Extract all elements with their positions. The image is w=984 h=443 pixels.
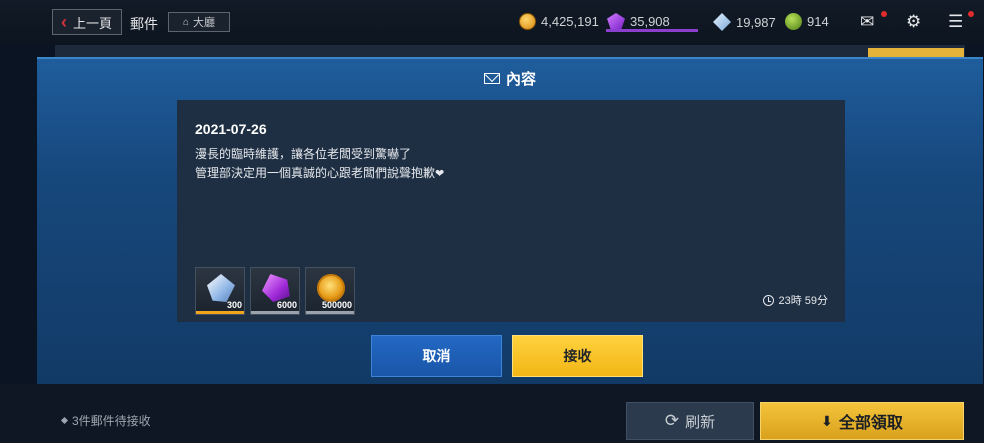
rarity-bar xyxy=(306,311,354,314)
refresh-icon: ⟳ xyxy=(664,411,680,430)
clock-icon xyxy=(763,294,775,306)
timer-text: 23時 59分 xyxy=(778,295,828,307)
mail-body: 漫長的臨時維護，讓各位老闆受到驚嚇了 管理部決定用一個真誠的心跟老闆們說聲抱歉❤ xyxy=(195,145,444,184)
purple-gem-icon xyxy=(262,274,290,302)
download-tray-icon: ⬇ xyxy=(821,412,833,429)
reward-item-crystal[interactable]: 300 xyxy=(195,267,245,315)
reward-item-gold[interactable]: 500000 xyxy=(305,267,355,315)
mail-body-line-2-text: 管理部決定用一個真誠的心跟老闆們說聲抱歉 xyxy=(195,166,436,180)
mail-body-line-1: 漫長的臨時維護，讓各位老闆受到驚嚇了 xyxy=(195,147,412,161)
reward-qty: 300 xyxy=(226,300,242,310)
cancel-button[interactable]: 取消 xyxy=(371,335,502,377)
refresh-button[interactable]: ⟳ 刷新 xyxy=(626,402,754,440)
receive-button[interactable]: 接收 xyxy=(512,335,643,377)
crystal-icon xyxy=(713,13,731,31)
rarity-bar xyxy=(251,311,299,314)
reward-item-gem[interactable]: 6000 xyxy=(250,267,300,315)
crystal-value: 19,987 xyxy=(736,14,776,30)
gem-value: 35,908 xyxy=(630,13,670,29)
gold-value: 4,425,191 xyxy=(541,14,599,29)
mail-content-dialog: 內容 2021-07-26 漫長的臨時維護，讓各位老闆受到驚嚇了 管理部決定用一… xyxy=(37,57,983,384)
mail-date: 2021-07-26 xyxy=(195,121,267,137)
back-label: 上一頁 xyxy=(73,15,113,31)
mail-icon[interactable]: ✉ xyxy=(860,12,874,32)
purple-gem-icon xyxy=(607,13,625,29)
energy-value: 914 xyxy=(807,14,829,29)
back-button[interactable]: ‹ 上一頁 xyxy=(52,9,122,35)
mail-content-panel: 2021-07-26 漫長的臨時維護，讓各位老闆受到驚嚇了 管理部決定用一個真誠… xyxy=(177,100,845,322)
gem-underline xyxy=(606,29,698,32)
claim-all-button[interactable]: ⬇ 全部領取 xyxy=(760,402,964,440)
crystal-resource[interactable]: 19,987 xyxy=(713,13,776,31)
mail-notification-dot xyxy=(881,11,887,17)
rarity-bar xyxy=(196,311,244,314)
green-energy-icon xyxy=(785,13,802,30)
pending-text: 3件郵件待接收 xyxy=(72,414,151,428)
gold-resource[interactable]: 4,425,191 xyxy=(519,13,599,30)
crystal-icon xyxy=(207,274,235,302)
gold-coin-icon xyxy=(519,13,536,30)
expiry-timer: 23時 59分 xyxy=(763,292,828,308)
lobby-button[interactable]: ⌂ 大廳 xyxy=(168,12,230,32)
claim-all-label: 全部領取 xyxy=(838,415,903,432)
heart-icon: ❤ xyxy=(435,168,445,180)
menu-notification-dot xyxy=(968,11,974,17)
refresh-label: 刷新 xyxy=(685,413,716,431)
dialog-title: 內容 xyxy=(505,71,536,88)
home-icon: ⌂ xyxy=(182,16,190,28)
pending-mail-count: 3件郵件待接收 xyxy=(60,412,151,429)
reward-qty: 6000 xyxy=(276,300,297,310)
top-bar: ‹ 上一頁 郵件 ⌂ 大廳 4,425,191 35,908 19,987 91… xyxy=(0,0,984,44)
bullet-icon xyxy=(60,416,69,425)
lobby-label: 大廳 xyxy=(193,17,216,29)
envelope-icon xyxy=(483,73,500,84)
gear-icon[interactable]: ⚙ xyxy=(906,12,921,32)
menu-icon[interactable]: ☰ xyxy=(948,12,963,32)
chevron-left-icon: ‹ xyxy=(61,12,67,32)
reward-qty: 500000 xyxy=(321,300,352,310)
gold-coin-icon xyxy=(317,274,345,302)
dialog-header: 內容 xyxy=(37,68,983,89)
energy-resource[interactable]: 914 xyxy=(785,13,829,30)
mail-body-line-2: 管理部決定用一個真誠的心跟老闆們說聲抱歉❤ xyxy=(195,164,444,184)
page-title: 郵件 xyxy=(130,16,158,32)
gem-resource[interactable]: 35,908 xyxy=(607,13,670,29)
